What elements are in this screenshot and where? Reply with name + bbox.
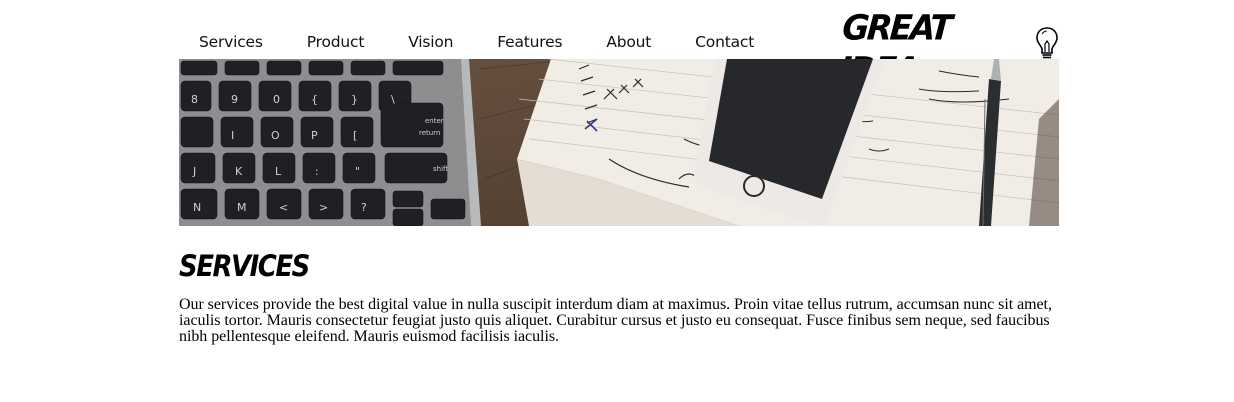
- svg-text:P: P: [311, 129, 318, 142]
- svg-text:}: }: [351, 93, 358, 106]
- nav-item-services[interactable]: Services: [199, 33, 263, 51]
- svg-text:0: 0: [273, 93, 280, 106]
- main-nav: Services Product Vision Features About C…: [199, 33, 798, 51]
- nav-item-product[interactable]: Product: [307, 33, 365, 51]
- svg-text:<: <: [279, 201, 288, 214]
- page-title: SERVICES: [179, 250, 310, 284]
- svg-text:return: return: [419, 129, 440, 137]
- svg-text:?: ?: [361, 201, 367, 214]
- svg-text:J: J: [192, 165, 196, 178]
- nav-item-about[interactable]: About: [606, 33, 651, 51]
- svg-text:L: L: [275, 165, 282, 178]
- svg-text:K: K: [235, 165, 243, 178]
- svg-text:": ": [355, 165, 360, 178]
- svg-text:M: M: [237, 201, 247, 214]
- services-description: Our services provide the best digital va…: [179, 296, 1052, 345]
- nav-item-contact[interactable]: Contact: [695, 33, 754, 51]
- svg-text:9: 9: [231, 93, 238, 106]
- svg-text:enter: enter: [425, 117, 444, 125]
- svg-text:shift: shift: [433, 165, 448, 173]
- svg-text:N: N: [193, 201, 201, 214]
- nav-item-vision[interactable]: Vision: [408, 33, 453, 51]
- svg-text:\: \: [391, 93, 395, 106]
- svg-text::: :: [315, 165, 319, 178]
- svg-text:I: I: [231, 129, 234, 142]
- svg-text:>: >: [319, 201, 328, 214]
- svg-text:{: {: [311, 93, 318, 106]
- hero-image: 8 9 0 { } \ I O P [ J K L : " N M < > ?: [179, 59, 1059, 226]
- site-header: Services Product Vision Features About C…: [179, 0, 1059, 90]
- svg-text:[: [: [353, 129, 357, 142]
- svg-text:8: 8: [191, 93, 198, 106]
- nav-item-features[interactable]: Features: [497, 33, 562, 51]
- svg-text:O: O: [271, 129, 280, 142]
